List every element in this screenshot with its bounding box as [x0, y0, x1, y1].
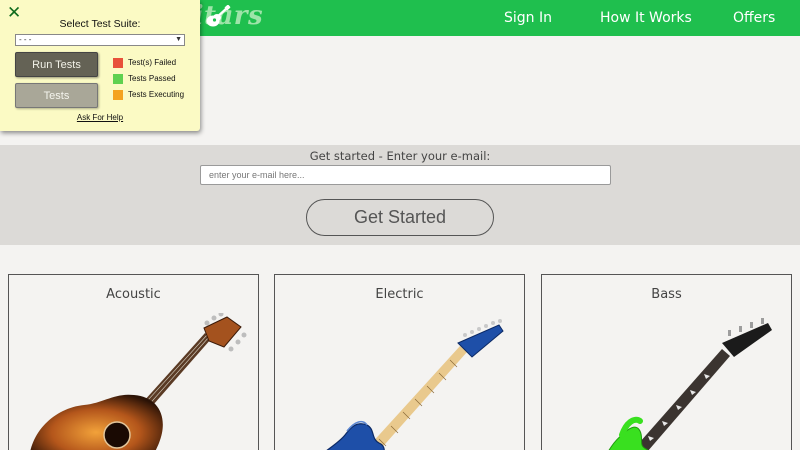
nav-offers-link[interactable]: Offers — [733, 10, 775, 26]
nav-sign-in-link[interactable]: Sign In — [504, 10, 552, 26]
acoustic-guitar-image — [30, 313, 247, 450]
card-title: Bass — [651, 287, 682, 302]
ask-for-help-link[interactable]: Ask For Help — [0, 113, 200, 122]
executing-swatch — [113, 90, 123, 100]
card-title: Electric — [375, 287, 424, 302]
product-card-electric[interactable]: Electric — [274, 274, 525, 450]
test-suite-select[interactable]: - - - ▼ — [15, 34, 185, 46]
tests-button[interactable]: Tests — [15, 83, 98, 108]
nav-how-it-works-link[interactable]: How It Works — [600, 10, 692, 26]
failed-swatch — [113, 58, 123, 68]
test-suite-panel: ✕ Select Test Suite: - - - ▼ Run Tests T… — [0, 0, 200, 131]
product-card-acoustic[interactable]: Acoustic — [8, 274, 259, 450]
card-title: Acoustic — [106, 287, 161, 302]
electric-guitar-image — [326, 319, 504, 450]
bass-guitar-image — [608, 318, 772, 450]
signup-section: Get started - Enter your e-mail: Get Sta… — [0, 145, 800, 245]
chevron-down-icon: ▼ — [175, 36, 182, 43]
email-field[interactable] — [200, 165, 611, 185]
legend-label: Tests Executing — [128, 90, 185, 99]
suite-label: Select Test Suite: — [59, 18, 141, 30]
passed-swatch — [113, 74, 123, 84]
run-tests-button[interactable]: Run Tests — [15, 52, 98, 77]
guitar-icon — [206, 5, 231, 27]
product-card-bass[interactable]: Bass — [541, 274, 792, 450]
legend-label: Tests Passed — [128, 74, 176, 83]
legend-label: Test(s) Failed — [128, 58, 177, 67]
suite-selected-value: - - - — [19, 35, 32, 44]
get-started-button[interactable]: Get Started — [306, 199, 494, 236]
signup-label: Get started - Enter your e-mail: — [309, 149, 491, 163]
